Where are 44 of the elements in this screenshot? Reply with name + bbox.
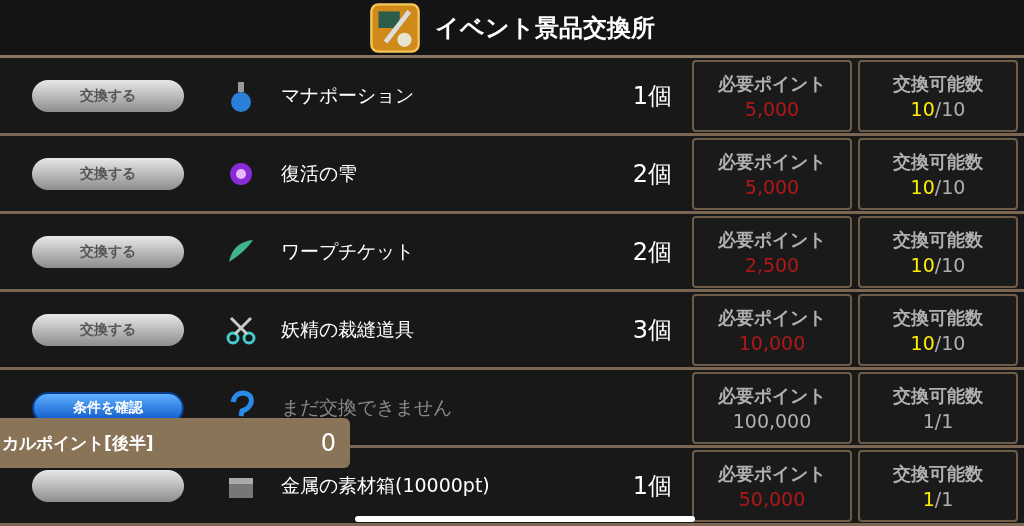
item-name: 復活の雫 bbox=[281, 160, 358, 186]
shop-icon bbox=[369, 1, 421, 54]
window-title: イベント景品交換所 bbox=[435, 12, 655, 44]
points-value: 5,000 bbox=[744, 175, 800, 198]
point-value: 0 bbox=[320, 429, 336, 457]
point-label: カルポイント[後半] bbox=[2, 431, 154, 455]
limit-value: 1/1 bbox=[922, 487, 954, 510]
exchange-button[interactable] bbox=[31, 469, 184, 502]
item-quantity: 1個 bbox=[631, 80, 672, 112]
limit-value: 1/1 bbox=[922, 409, 954, 432]
points-label: 必要ポイント bbox=[718, 305, 826, 330]
points-value: 5,000 bbox=[744, 97, 800, 120]
points-value: 10,000 bbox=[738, 331, 806, 354]
points-label: 必要ポイント bbox=[718, 383, 826, 408]
limit-value: 10/10 bbox=[910, 331, 966, 354]
limit-label: 交換可能数 bbox=[893, 71, 983, 96]
item-name: 妖精の裁縫道具 bbox=[281, 316, 415, 342]
limit-value: 10/10 bbox=[910, 253, 966, 276]
points-label: 必要ポイント bbox=[718, 149, 826, 174]
item-quantity: 2個 bbox=[631, 236, 672, 268]
limit-label: 交換可能数 bbox=[893, 305, 983, 330]
limit-label: 交換可能数 bbox=[893, 149, 983, 174]
exchange-button[interactable]: 交換する bbox=[31, 157, 184, 190]
item-quantity: 2個 bbox=[631, 158, 672, 190]
limit-label: 交換可能数 bbox=[893, 461, 983, 486]
points-label: 必要ポイント bbox=[718, 71, 826, 96]
item-name: 金属の素材箱(10000pt) bbox=[281, 472, 491, 498]
points-value: 100,000 bbox=[732, 409, 812, 432]
exchange-button[interactable]: 交換する bbox=[31, 235, 184, 268]
item-quantity: 1個 bbox=[631, 470, 672, 502]
limit-label: 交換可能数 bbox=[893, 227, 983, 252]
exchange-button[interactable]: 交換する bbox=[31, 313, 184, 346]
item-name: マナポーション bbox=[281, 82, 415, 108]
limit-value: 10/10 bbox=[910, 175, 966, 198]
exchange-button[interactable]: 交換する bbox=[31, 79, 184, 112]
item-name: まだ交換できません bbox=[281, 394, 453, 420]
item-quantity: 3個 bbox=[631, 314, 672, 346]
points-value: 2,500 bbox=[744, 253, 800, 276]
limit-label: 交換可能数 bbox=[893, 383, 983, 408]
points-value: 50,000 bbox=[738, 487, 806, 510]
points-label: 必要ポイント bbox=[718, 461, 826, 486]
item-name: ワープチケット bbox=[281, 238, 415, 264]
points-label: 必要ポイント bbox=[718, 227, 826, 252]
limit-value: 10/10 bbox=[910, 97, 966, 120]
